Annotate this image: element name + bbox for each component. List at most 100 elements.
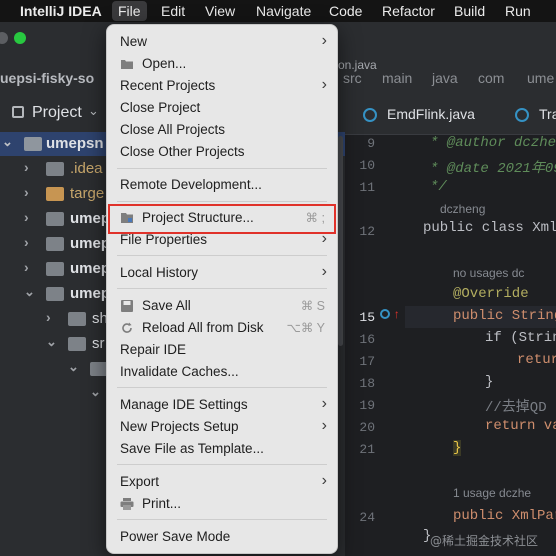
tree-item-label: umep — [70, 235, 111, 252]
menu-item-remote-development[interactable]: Remote Development... — [107, 174, 337, 196]
chevron-right-icon[interactable]: › — [24, 209, 29, 225]
line-number: 21 — [359, 442, 375, 457]
project-view-icon — [12, 106, 24, 118]
menu-item-label: Close All Projects — [120, 122, 226, 137]
breadcrumb-project[interactable]: uepsi-fisky-so — [0, 70, 94, 86]
menu-item-manage-ide-settings[interactable]: Manage IDE Settings › — [107, 394, 337, 416]
line-number: 15 — [359, 310, 375, 325]
code-line[interactable]: public XmlPar — [453, 508, 556, 524]
usages-hint[interactable]: 1 usage dczhe — [453, 486, 531, 500]
menu-item-close-project[interactable]: Close Project — [107, 97, 337, 119]
tree-item-label: umepsn — [46, 135, 104, 152]
code-line[interactable]: } — [453, 440, 462, 456]
chevron-right-icon[interactable]: › — [24, 159, 29, 175]
code-line[interactable]: public class XmlP — [423, 220, 556, 236]
chevron-down-icon[interactable]: ⌄ — [88, 103, 99, 119]
chevron-right-icon: › — [321, 32, 327, 49]
breadcrumb-src[interactable]: src — [343, 70, 362, 86]
menu-separator — [117, 288, 327, 289]
implements-arrow-icon[interactable]: ↑ — [393, 308, 400, 322]
menu-item-export[interactable]: Export › — [107, 471, 337, 493]
menu-view[interactable]: View — [205, 3, 235, 19]
module-folder-icon — [46, 287, 64, 301]
usages-hint[interactable]: no usages dc — [453, 266, 524, 280]
folder-icon — [46, 162, 64, 176]
menu-item-new-projects-setup[interactable]: New Projects Setup › — [107, 416, 337, 438]
tree-item-label: sr — [92, 335, 105, 352]
code-line[interactable]: //去掉QD — [485, 396, 547, 416]
code-line[interactable]: public String — [453, 308, 556, 324]
menu-item-save-as-template[interactable]: Save File as Template... — [107, 438, 337, 460]
module-folder-icon — [46, 262, 64, 276]
project-title[interactable]: Project — [32, 104, 82, 122]
menu-shortcut: ⌘ S — [300, 299, 325, 313]
author-hint[interactable]: dczheng — [440, 202, 485, 216]
line-number: 16 — [359, 332, 375, 347]
menu-item-new[interactable]: New › — [107, 31, 337, 53]
menu-item-power-save-mode[interactable]: Power Save Mode — [107, 526, 337, 548]
menu-item-repair-ide[interactable]: Repair IDE — [107, 339, 337, 361]
menu-shortcut: ⌥⌘ Y — [286, 321, 326, 335]
menu-item-label: Reload All from Disk — [142, 320, 264, 335]
code-line[interactable]: retur — [517, 352, 556, 368]
tab-tra[interactable]: Tra — [539, 106, 556, 122]
menu-item-recent-projects[interactable]: Recent Projects › — [107, 75, 337, 97]
breadcrumb-ume[interactable]: ume — [527, 70, 554, 86]
chevron-right-icon[interactable]: › — [46, 309, 51, 325]
menu-item-open[interactable]: Open... — [107, 53, 337, 75]
override-gutter-icon[interactable] — [380, 309, 390, 319]
chevron-right-icon[interactable]: › — [24, 259, 29, 275]
java-class-icon — [515, 108, 529, 122]
line-number: 24 — [359, 510, 375, 525]
chevron-down-icon[interactable]: ⌄ — [24, 284, 35, 300]
module-folder-icon — [46, 237, 64, 251]
code-line[interactable]: * @author dczheng — [430, 135, 556, 151]
menu-item-close-other-projects[interactable]: Close Other Projects — [107, 141, 337, 163]
line-number: 17 — [359, 354, 375, 369]
menu-file[interactable]: File — [112, 1, 147, 21]
code-line[interactable]: if (Strin — [485, 330, 556, 346]
line-number: 10 — [359, 158, 375, 173]
window-zoom-button[interactable] — [14, 32, 26, 44]
menu-separator — [117, 464, 327, 465]
menu-item-invalidate-caches[interactable]: Invalidate Caches... — [107, 361, 337, 383]
menu-edit[interactable]: Edit — [161, 3, 185, 19]
code-line[interactable]: * @date 2021年09月 — [430, 157, 556, 177]
menu-separator — [117, 387, 327, 388]
chevron-right-icon: › — [321, 76, 327, 93]
menu-item-print[interactable]: Print... — [107, 493, 337, 515]
save-icon — [120, 300, 134, 312]
breadcrumb-com[interactable]: com — [478, 70, 504, 86]
code-line[interactable]: */ — [430, 179, 447, 195]
sidebar-scrollbar[interactable] — [338, 136, 343, 346]
code-line[interactable]: @Override — [453, 286, 529, 302]
menu-run[interactable]: Run — [505, 3, 531, 19]
menu-build[interactable]: Build — [454, 3, 485, 19]
chevron-right-icon[interactable]: › — [24, 184, 29, 200]
chevron-down-icon[interactable]: ⌄ — [68, 359, 79, 375]
menu-item-reload-all[interactable]: Reload All from Disk ⌥⌘ Y — [107, 317, 337, 339]
line-number: 9 — [367, 136, 375, 151]
tree-item-label: umep — [70, 210, 111, 227]
menu-item-label: Close Other Projects — [120, 144, 245, 159]
chevron-down-icon[interactable]: ⌄ — [46, 334, 57, 350]
breadcrumb-java[interactable]: java — [432, 70, 458, 86]
chevron-down-icon[interactable]: ⌄ — [2, 134, 13, 150]
menu-item-close-all-projects[interactable]: Close All Projects — [107, 119, 337, 141]
app-menu-intellij[interactable]: IntelliJ IDEA — [20, 3, 102, 19]
menu-navigate[interactable]: Navigate — [256, 3, 311, 19]
breadcrumb-file[interactable]: on.java — [338, 58, 377, 72]
line-number: 19 — [359, 398, 375, 413]
breadcrumb-main[interactable]: main — [382, 70, 412, 86]
code-line[interactable]: return va — [485, 418, 556, 434]
menu-refactor[interactable]: Refactor — [382, 3, 435, 19]
chevron-right-icon[interactable]: › — [24, 234, 29, 250]
tab-emdflink[interactable]: EmdFlink.java — [387, 106, 475, 122]
menu-item-local-history[interactable]: Local History › — [107, 262, 337, 284]
highlight-box — [108, 204, 336, 234]
window-close-button[interactable] — [0, 32, 8, 44]
menu-item-save-all[interactable]: Save All ⌘ S — [107, 295, 337, 317]
chevron-down-icon[interactable]: ⌄ — [90, 384, 101, 400]
code-line[interactable]: } — [485, 374, 493, 390]
menu-code[interactable]: Code — [329, 3, 362, 19]
